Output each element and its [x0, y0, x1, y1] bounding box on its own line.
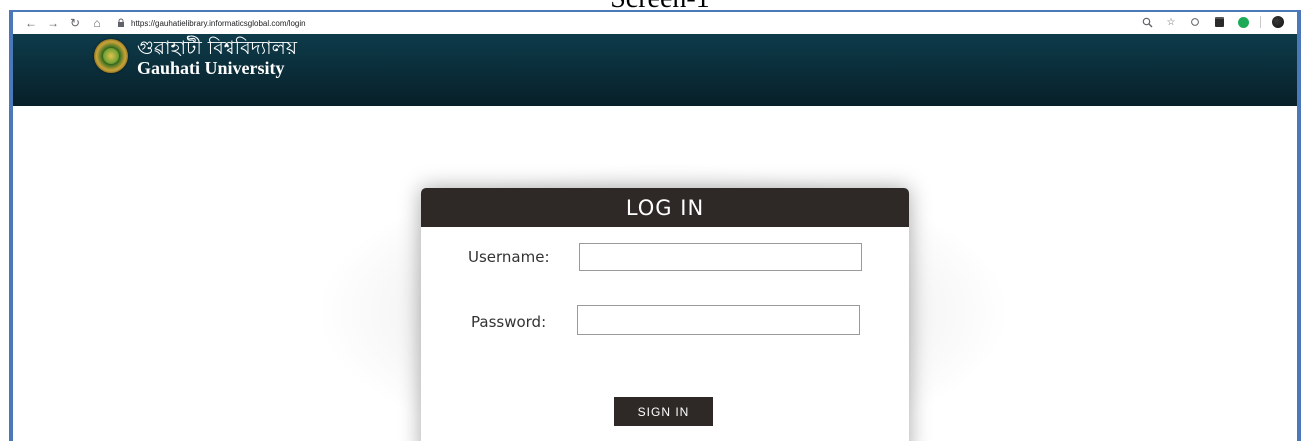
site-name-assamese: গুৱাহাটী বিশ্ববিদ্যালয়	[137, 37, 298, 59]
toolbar-divider	[1260, 16, 1261, 28]
site-header: গুৱাহাটী বিশ্ববিদ্যালয় Gauhati Universi…	[13, 34, 1297, 106]
profile-icon[interactable]	[1271, 15, 1285, 29]
toolbar-right-icons: ☆	[1130, 15, 1285, 29]
green-extension-icon[interactable]	[1236, 15, 1250, 29]
zoom-icon[interactable]	[1140, 15, 1154, 29]
search-ext-icon[interactable]	[1188, 15, 1202, 29]
screenshot-page: Screen-1 ← → ↻ ⌂ https://gauhatielibrary…	[0, 0, 1312, 441]
password-label: Password:	[471, 313, 547, 331]
reload-icon[interactable]: ↻	[67, 15, 83, 31]
username-label: Username:	[468, 248, 550, 266]
home-icon[interactable]: ⌂	[89, 15, 105, 31]
address-bar[interactable]: https://gauhatielibrary.informaticsgloba…	[117, 14, 306, 32]
university-logo	[94, 39, 128, 73]
extension-icon[interactable]	[1212, 15, 1226, 29]
back-icon[interactable]: ←	[23, 15, 39, 31]
login-card: LOG IN Username: Password: SIGN IN	[421, 188, 909, 441]
site-name: Gauhati University	[137, 58, 285, 78]
password-field[interactable]	[577, 305, 860, 335]
forward-icon[interactable]: →	[45, 15, 61, 31]
sign-in-button[interactable]: SIGN IN	[614, 397, 713, 426]
login-card-header: LOG IN	[421, 188, 909, 227]
username-field[interactable]	[579, 243, 862, 271]
browser-toolbar: ← → ↻ ⌂ https://gauhatielibrary.informat…	[13, 12, 1297, 34]
star-icon[interactable]: ☆	[1164, 15, 1178, 29]
browser-window: ← → ↻ ⌂ https://gauhatielibrary.informat…	[9, 10, 1301, 441]
logo-emblem	[103, 48, 119, 64]
login-title: LOG IN	[625, 195, 705, 220]
lock-icon	[117, 18, 125, 29]
url-text[interactable]: https://gauhatielibrary.informaticsgloba…	[131, 19, 306, 28]
